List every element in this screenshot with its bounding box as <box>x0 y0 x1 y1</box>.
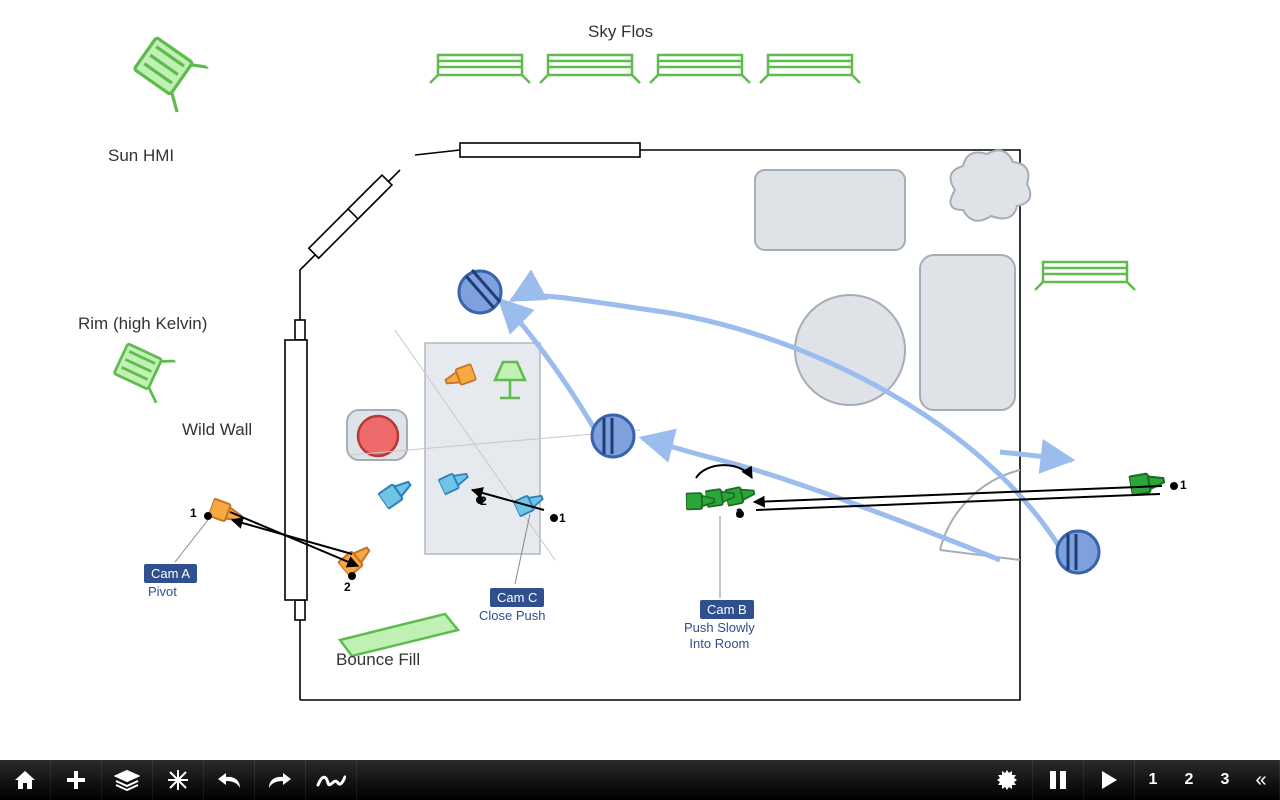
home-button[interactable] <box>0 760 51 800</box>
light-sun-hmi <box>128 33 208 112</box>
label-sky-flos: Sky Flos <box>588 22 653 42</box>
sub-cam-c: Close Push <box>479 608 545 623</box>
step-1-button[interactable]: 1 <box>1135 760 1171 800</box>
step-3-button[interactable]: 3 <box>1207 760 1243 800</box>
red-mark <box>358 416 398 456</box>
marker-1c: 1 <box>1180 478 1187 492</box>
cloud-shape <box>951 150 1031 220</box>
marker-2: 2 <box>344 580 351 594</box>
furniture <box>755 150 1030 560</box>
chip-cam-c: Cam C <box>490 588 544 607</box>
marker-2c: 2 <box>736 506 743 520</box>
label-bounce-fill: Bounce Fill <box>336 650 420 670</box>
chip-cam-a: Cam A <box>144 564 197 583</box>
layers-button[interactable] <box>102 760 153 800</box>
pause-button[interactable] <box>1033 760 1084 800</box>
step-2-button[interactable]: 2 <box>1171 760 1207 800</box>
settings-button[interactable] <box>982 760 1033 800</box>
sub-cam-b: Push Slowly Into Room <box>684 620 755 651</box>
sub-cam-a: Pivot <box>148 584 177 599</box>
diagram-svg <box>0 0 1280 760</box>
label-wild-wall: Wild Wall <box>182 420 252 440</box>
add-button[interactable] <box>51 760 102 800</box>
marker-2b: 2 <box>480 494 487 508</box>
collapse-button[interactable]: « <box>1243 760 1280 800</box>
label-rim: Rim (high Kelvin) <box>78 314 207 334</box>
redo-button[interactable] <box>255 760 306 800</box>
bottom-toolbar: 1 2 3 « <box>0 760 1280 800</box>
label-sun-hmi: Sun HMI <box>108 146 174 166</box>
marker-1b: 1 <box>559 511 566 525</box>
light-rim <box>110 340 175 403</box>
diagram-canvas[interactable]: Sky Flos Sun HMI Rim (high Kelvin) Wild … <box>0 0 1280 760</box>
play-button[interactable] <box>1084 760 1135 800</box>
snowflake-button[interactable] <box>153 760 204 800</box>
chip-cam-b: Cam B <box>700 600 754 619</box>
freehand-button[interactable] <box>306 760 357 800</box>
undo-button[interactable] <box>204 760 255 800</box>
marker-1: 1 <box>190 506 197 520</box>
